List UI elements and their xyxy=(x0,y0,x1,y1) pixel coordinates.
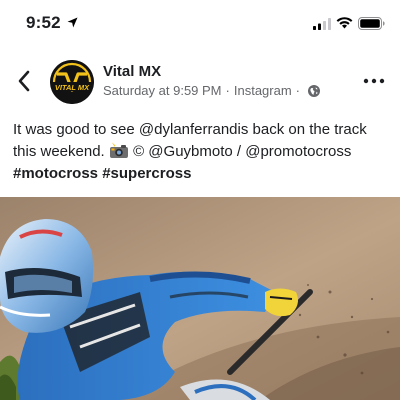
globe-icon xyxy=(308,84,321,97)
back-chevron-icon[interactable] xyxy=(14,68,36,94)
hashtag-supercross[interactable]: #supercross xyxy=(102,165,191,182)
battery-icon xyxy=(358,17,385,30)
more-options-icon[interactable] xyxy=(362,76,386,86)
vital-mx-logo: VITAL MX xyxy=(50,60,94,104)
post-meta: Saturday at 9:59 PM · Instagram · xyxy=(103,83,321,98)
location-arrow-icon xyxy=(67,17,78,28)
status-time: 9:52 xyxy=(26,13,61,32)
page-avatar[interactable]: VITAL MX xyxy=(50,60,94,104)
post-photo[interactable] xyxy=(0,197,400,400)
post-timestamp[interactable]: Saturday at 9:59 PM xyxy=(103,83,222,98)
post-source: Instagram xyxy=(233,83,292,98)
hashtag-motocross[interactable]: #motocross xyxy=(13,165,98,182)
svg-text:VITAL MX: VITAL MX xyxy=(55,83,90,92)
motocross-rider-photo xyxy=(0,197,400,400)
photo-credit: © @Guybmoto / @promotocross xyxy=(133,143,352,160)
camera-with-flash-icon xyxy=(109,142,128,158)
status-bar: 9:52 xyxy=(0,0,400,46)
wifi-icon xyxy=(336,17,353,29)
post-caption: It was good to see @dylanferrandis back … xyxy=(13,119,393,185)
page-name[interactable]: Vital MX xyxy=(103,63,161,80)
meta-separator: · xyxy=(295,83,301,98)
post-header: VITAL MX Vital MX Saturday at 9:59 PM · … xyxy=(0,46,400,118)
meta-separator: · xyxy=(225,83,230,98)
cellular-signal-icon xyxy=(313,18,331,30)
